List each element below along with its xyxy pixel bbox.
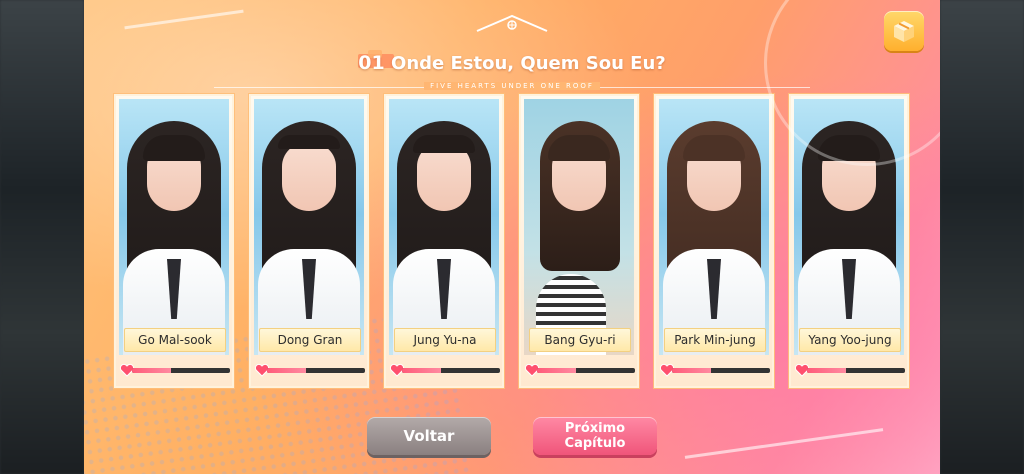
character-name: Go Mal-sook bbox=[124, 328, 226, 352]
next-chapter-label-1: Próximo bbox=[564, 421, 626, 436]
character-list: Go Mal-sook Dong Gran Jung Yu-na Bang Gy… bbox=[114, 94, 910, 388]
next-chapter-button[interactable]: Próximo Capítulo bbox=[533, 417, 657, 455]
character-portrait bbox=[524, 99, 634, 355]
affection-bar bbox=[132, 368, 230, 373]
character-portrait bbox=[254, 99, 364, 355]
character-card[interactable]: Jung Yu-na bbox=[384, 94, 504, 388]
character-card[interactable]: Park Min-jung bbox=[654, 94, 774, 388]
character-portrait bbox=[389, 99, 499, 355]
gift-box-icon bbox=[894, 21, 914, 42]
character-portrait bbox=[794, 99, 904, 355]
character-card[interactable]: Go Mal-sook bbox=[114, 94, 234, 388]
house-roof-icon bbox=[476, 14, 548, 32]
affection-bar bbox=[672, 368, 770, 373]
character-card[interactable]: Bang Gyu-ri bbox=[519, 94, 639, 388]
character-card[interactable]: Dong Gran bbox=[249, 94, 369, 388]
left-backdrop bbox=[0, 0, 84, 474]
affection-bar bbox=[537, 368, 635, 373]
affection-bar bbox=[807, 368, 905, 373]
chapter-number: 01 bbox=[358, 52, 385, 74]
chapter-subtitle: FIVE HEARTS UNDER ONE ROOF bbox=[84, 82, 940, 90]
next-chapter-label-2: Capítulo bbox=[564, 436, 626, 451]
affection-bar bbox=[402, 368, 500, 373]
chapter-subtitle-text: FIVE HEARTS UNDER ONE ROOF bbox=[424, 82, 600, 90]
character-portrait bbox=[119, 99, 229, 355]
light-streak bbox=[684, 428, 884, 459]
back-button[interactable]: Voltar bbox=[367, 417, 491, 455]
character-card[interactable]: Yang Yoo-jung bbox=[789, 94, 909, 388]
character-name: Park Min-jung bbox=[664, 328, 766, 352]
character-name: Yang Yoo-jung bbox=[799, 328, 901, 352]
chapter-title-text: Onde Estou, Quem Sou Eu? bbox=[391, 53, 666, 74]
affection-bar bbox=[267, 368, 365, 373]
chapter-header: 01 Onde Estou, Quem Sou Eu? FIVE HEARTS … bbox=[84, 14, 940, 90]
chapter-title: 01 Onde Estou, Quem Sou Eu? bbox=[84, 52, 940, 74]
right-backdrop bbox=[940, 0, 1024, 474]
character-name: Jung Yu-na bbox=[394, 328, 496, 352]
character-name: Bang Gyu-ri bbox=[529, 328, 631, 352]
character-name: Dong Gran bbox=[259, 328, 361, 352]
chapter-screen: 01 Onde Estou, Quem Sou Eu? FIVE HEARTS … bbox=[84, 0, 940, 474]
gift-box-button[interactable] bbox=[884, 11, 924, 51]
character-portrait bbox=[659, 99, 769, 355]
